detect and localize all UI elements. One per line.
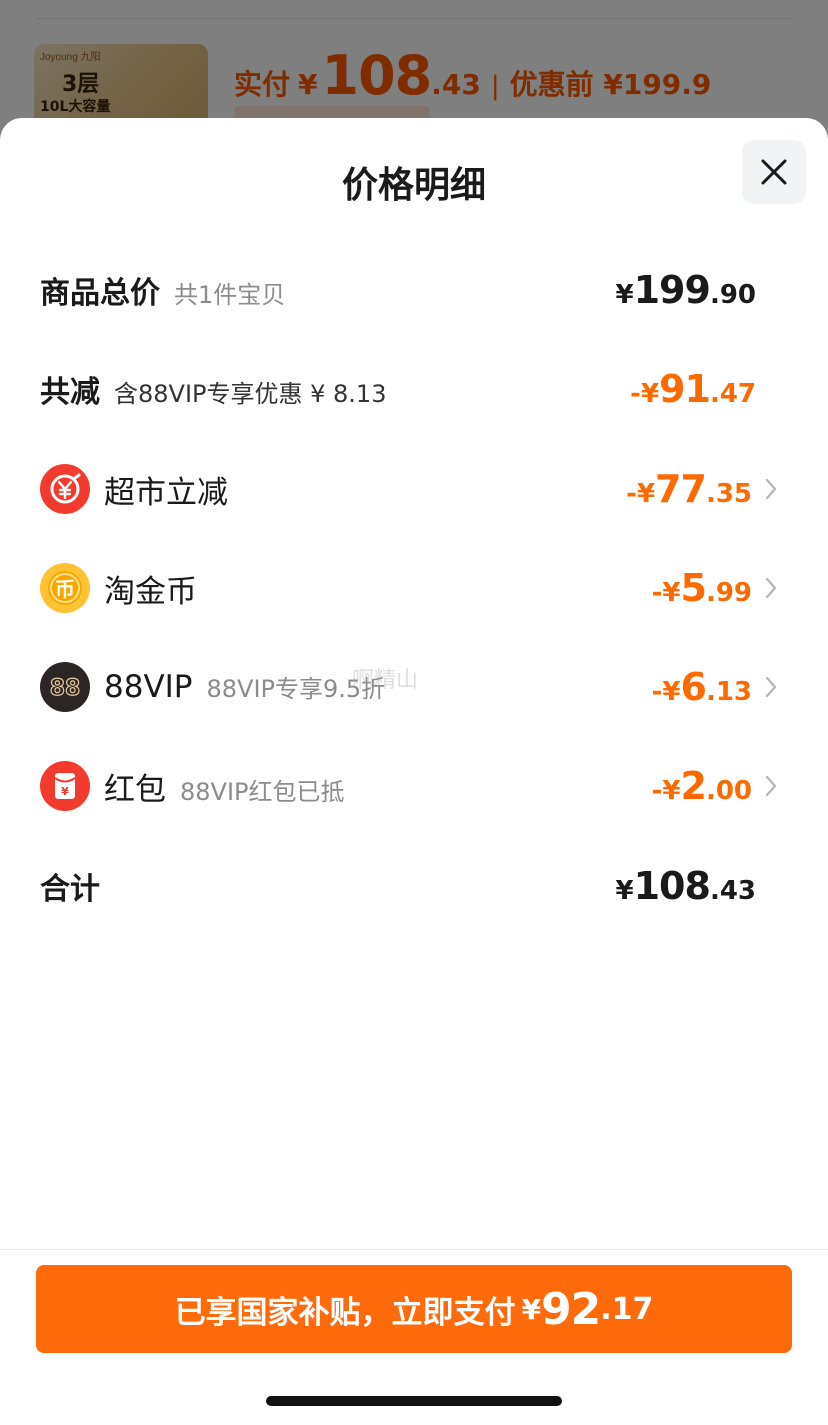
total-discount-label: 共减 [40, 375, 100, 410]
amount-dec: .13 [705, 677, 752, 707]
pay-currency: ¥ [521, 1292, 542, 1326]
currency-prefix: ¥ [615, 876, 634, 906]
currency-prefix: -¥ [651, 677, 681, 707]
sheet-title: 价格明细 [341, 165, 486, 206]
discount-amount: -¥ 6 .13 [652, 665, 752, 709]
close-button[interactable] [742, 140, 806, 204]
chevron-right-icon [764, 772, 780, 800]
amount-dec: .90 [709, 280, 756, 310]
discount-name: 淘金币 [104, 573, 197, 610]
footer-divider [0, 1249, 828, 1250]
total-discount-row: 共减 含88VIP专享优惠 ¥ 8.13 -¥ 91 .47 [0, 359, 828, 419]
discount-name: 88VIP [104, 669, 193, 705]
discount-row-tao-coin[interactable]: 币 淘金币 -¥ 5 .99 [0, 558, 828, 618]
discount-sub: 88VIP红包已抵 [180, 777, 345, 806]
currency-prefix: ¥ [615, 280, 634, 310]
currency-prefix: -¥ [651, 578, 681, 608]
currency-prefix: -¥ [626, 479, 656, 509]
amount-dec: .47 [709, 379, 756, 409]
pay-amount-int: 92 [541, 1283, 601, 1335]
tao-coin-icon: 币 [40, 563, 90, 613]
sum-row: 合计 ¥ 108 .43 [0, 856, 828, 916]
currency-prefix: -¥ [651, 776, 681, 806]
svg-text:币: 币 [55, 577, 75, 601]
total-price-amount: ¥ 199 .90 [616, 268, 756, 312]
amount-int: 199 [633, 268, 711, 312]
amount-dec: .00 [705, 776, 752, 806]
amount-int: 6 [680, 665, 706, 709]
amount-dec: .99 [705, 578, 752, 608]
red-packet-icon: ¥ [40, 761, 90, 811]
chevron-right-icon [764, 673, 780, 701]
total-price-row: 商品总价 共1件宝贝 ¥ 199 .90 [0, 260, 828, 320]
home-indicator[interactable] [266, 1396, 562, 1406]
amount-int: 91 [659, 367, 711, 411]
chevron-right-icon [764, 574, 780, 602]
sum-label: 合计 [40, 872, 100, 907]
total-price-label: 商品总价 [40, 276, 160, 311]
svg-text:¥: ¥ [61, 785, 69, 798]
total-discount-amount: -¥ 91 .47 [630, 367, 756, 411]
discount-amount: -¥ 2 .00 [652, 764, 752, 808]
watermark: 啊精山 [352, 668, 419, 693]
amount-int: 77 [655, 467, 707, 511]
total-discount-sub: 含88VIP专享优惠 ¥ 8.13 [114, 380, 387, 408]
discount-name: 超市立减 [104, 474, 228, 511]
pay-button[interactable]: 已享国家补贴，立即支付 ¥ 92 .17 [36, 1265, 792, 1353]
close-icon [761, 159, 787, 185]
chevron-right-icon [764, 475, 780, 503]
sum-amount: ¥ 108 .43 [616, 864, 756, 908]
total-price-sub: 共1件宝贝 [174, 281, 286, 309]
discount-amount: -¥ 5 .99 [652, 566, 752, 610]
88vip-icon: 88 [40, 662, 90, 712]
amount-int: 2 [680, 764, 706, 808]
svg-text:88: 88 [50, 676, 81, 701]
amount-dec: .35 [705, 479, 752, 509]
pay-amount-dec: .17 [600, 1291, 654, 1327]
price-detail-sheet: 价格明细 商品总价 共1件宝贝 ¥ 199 .90 共减 含88VIP专享优惠 … [0, 118, 828, 1425]
supermarket-discount-icon [40, 464, 90, 514]
amount-int: 5 [680, 566, 706, 610]
discount-row-red-packet[interactable]: ¥ 红包 88VIP红包已抵 -¥ 2 .00 [0, 756, 828, 816]
currency-prefix: -¥ [630, 379, 660, 409]
discount-amount: -¥ 77 .35 [626, 467, 752, 511]
amount-dec: .43 [709, 876, 756, 906]
amount-int: 108 [633, 864, 711, 908]
discount-name: 红包 [104, 771, 166, 808]
pay-button-label: 已享国家补贴，立即支付 [174, 1294, 516, 1331]
discount-row-supermarket[interactable]: 超市立减 -¥ 77 .35 [0, 459, 828, 519]
